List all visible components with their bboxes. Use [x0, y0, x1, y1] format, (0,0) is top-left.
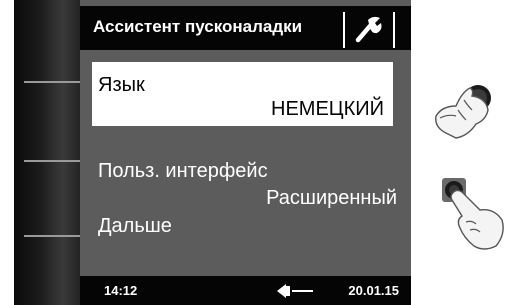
bezel	[14, 0, 86, 305]
bezel-divider	[24, 160, 86, 162]
page-title: Ассистент пусконаладки	[93, 17, 303, 36]
control-unit: Ассистент пусконаладки Язык НЕМЕЦКИЙ Пол…	[14, 0, 411, 305]
rotate-knob-icon	[435, 85, 491, 139]
display-screen: Ассистент пусконаладки Язык НЕМЕЦКИЙ Пол…	[80, 0, 411, 305]
press-button-icon	[442, 178, 504, 250]
current-date: 20.01.15	[348, 283, 399, 298]
menu-item-label: Польз. интерфейс	[98, 160, 268, 182]
clock-time: 14:12	[104, 283, 138, 298]
status-bar: 14:12 20.01.15	[80, 276, 411, 305]
header-bar: Ассистент пусконаладки	[80, 6, 411, 50]
header-divider	[393, 12, 395, 48]
menu-item-next[interactable]: Дальше	[92, 212, 393, 242]
bezel-divider	[24, 81, 86, 83]
menu-item-language[interactable]: Язык НЕМЕЦКИЙ	[92, 62, 393, 126]
header-divider	[343, 12, 345, 48]
menu-item-label: Язык	[98, 74, 145, 96]
menu-item-value: НЕМЕЦКИЙ	[271, 98, 384, 120]
back-arrow-icon[interactable]	[276, 283, 314, 299]
wrench-icon[interactable]	[350, 14, 386, 44]
bezel-divider	[24, 235, 86, 237]
menu-item-user-interface[interactable]: Польз. интерфейс Расширенный	[92, 155, 397, 213]
menu-item-label: Дальше	[98, 215, 172, 237]
menu-item-value: Расширенный	[266, 187, 397, 209]
